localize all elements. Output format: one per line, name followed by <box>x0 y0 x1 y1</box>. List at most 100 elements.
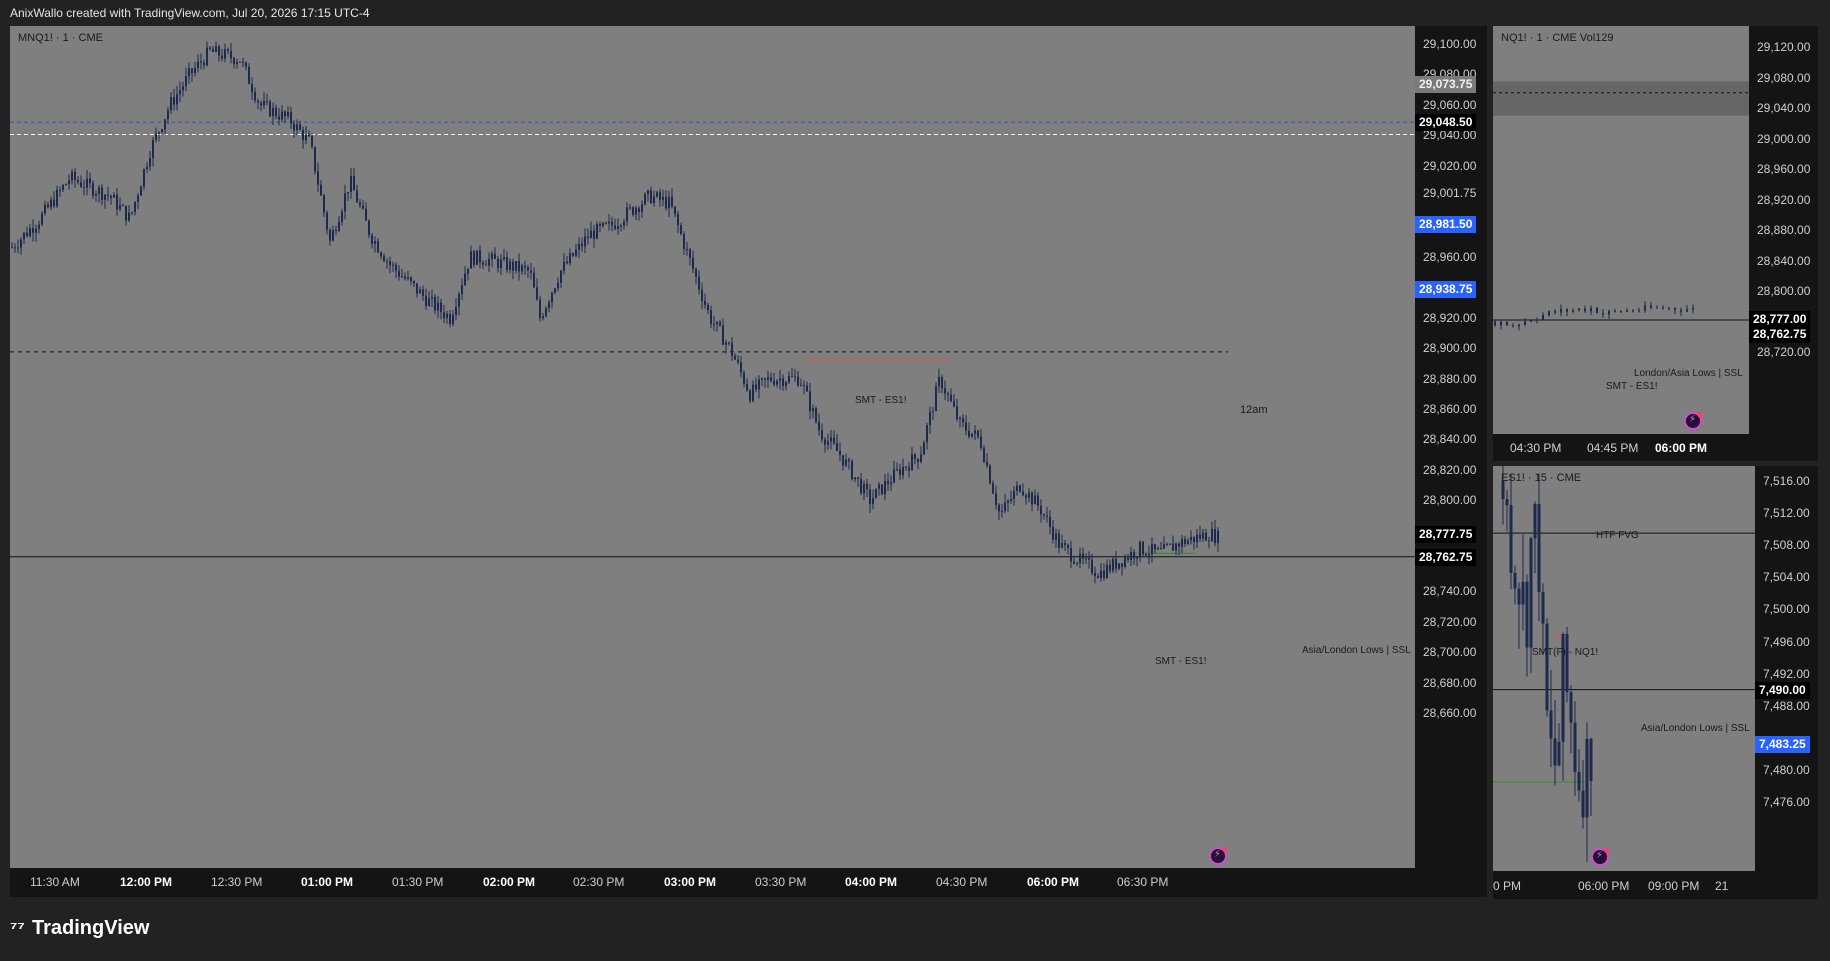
main-candle <box>431 296 433 299</box>
nq-candle <box>1668 307 1670 309</box>
main-candle <box>725 342 727 345</box>
main-candle <box>248 66 250 84</box>
main-candle <box>434 296 436 311</box>
main-candle <box>728 342 730 344</box>
main-candle <box>1064 543 1066 545</box>
main-candle <box>302 129 304 141</box>
main-candle <box>455 306 457 315</box>
main-price-badge: 28,938.75 <box>1415 281 1477 299</box>
main-candle <box>350 175 352 192</box>
main-candle <box>50 199 52 208</box>
main-candle <box>869 489 871 504</box>
main-candle <box>926 425 928 443</box>
main-candle <box>776 380 778 385</box>
main-price-axis[interactable]: 29,100.00 29,080.00 29,060.00 29,040.00 29,0… <box>1415 26 1487 868</box>
nq-price-tick: 29,120.00 <box>1757 40 1811 54</box>
main-candle <box>740 362 742 373</box>
nq-price-axis[interactable]: 29,120.00 29,080.00 29,040.00 29,000.00 28,9… <box>1749 26 1818 434</box>
main-candle <box>251 83 253 93</box>
main-candle <box>824 439 826 445</box>
main-candle <box>278 116 280 120</box>
main-candle <box>626 207 628 222</box>
nq-price-tick: 29,040.00 <box>1757 101 1811 115</box>
main-candle <box>488 258 490 266</box>
main-candle <box>1058 533 1060 548</box>
main-candle <box>1214 529 1216 544</box>
main-candle <box>212 48 214 52</box>
main-candle <box>461 285 463 295</box>
es-time-axis[interactable]: 0 PM 06:00 PM 09:00 PM 21 <box>1493 871 1755 899</box>
es-plot-area[interactable]: ES1! · 15 · CME HTF FVG SMT(F) - NQ1! As… <box>1493 466 1755 871</box>
main-candle <box>479 250 481 263</box>
main-candle <box>584 236 586 247</box>
main-candle <box>833 437 835 444</box>
nq-plot-area[interactable]: NQ1! · 1 · CME Vol129 London/Asia Lows |… <box>1493 26 1749 434</box>
main-candle <box>914 454 916 459</box>
alert-bolt-icon[interactable] <box>1209 847 1227 865</box>
main-candle <box>221 55 223 59</box>
es-alert-bolt-icon[interactable] <box>1591 848 1609 866</box>
main-candle <box>392 264 394 266</box>
main-candle <box>293 123 295 131</box>
main-candle <box>842 455 844 466</box>
main-candle <box>1112 558 1114 571</box>
main-candle <box>152 139 154 158</box>
main-candle <box>365 208 367 221</box>
main-candle <box>1163 544 1165 549</box>
main-candle <box>656 192 658 197</box>
main-candle <box>701 289 703 301</box>
main-symbol-legend[interactable]: MNQ1! · 1 · CME <box>18 32 103 44</box>
main-candle <box>1100 570 1102 578</box>
main-candle <box>197 61 199 68</box>
main-time-tick: 11:30 AM <box>30 875 80 889</box>
es-chart-panel: ES1! · 15 · CME HTF FVG SMT(F) - NQ1! As… <box>1493 466 1818 899</box>
es-price-tick: 7,480.00 <box>1763 762 1810 777</box>
main-candle <box>377 241 379 253</box>
main-candle <box>566 261 568 264</box>
es-candle <box>1565 633 1569 693</box>
main-candle <box>233 58 235 64</box>
main-candle <box>485 264 487 266</box>
main-candle <box>731 342 733 356</box>
es-candle <box>1537 504 1541 592</box>
main-candle <box>515 260 517 271</box>
main-candle <box>935 386 937 412</box>
main-candle <box>1097 576 1099 578</box>
es-candle <box>1509 505 1513 573</box>
main-candle <box>644 194 646 205</box>
nq-time-axis[interactable]: 04:30 PM 04:45 PM 06:00 PM <box>1493 434 1749 461</box>
main-candle <box>518 260 520 272</box>
main-price-tick: 28,660.00 <box>1423 706 1477 720</box>
main-candle <box>116 194 118 210</box>
main-candle <box>443 312 445 319</box>
es-candle <box>1553 738 1557 766</box>
main-candle <box>992 483 994 494</box>
main-time-axis[interactable]: 11:30 AM 12:00 PM 12:30 PM 01:00 PM 01:30 PM… <box>10 868 1415 897</box>
main-chart-panel: MNQ1! · 1 · CME SMT - ES1! 12am Asia/Lon… <box>10 26 1487 897</box>
main-candle <box>611 221 613 226</box>
es-symbol-legend[interactable]: ES1! · 15 · CME <box>1501 472 1581 484</box>
nq-alert-bolt-icon[interactable] <box>1684 412 1702 430</box>
main-candle <box>422 289 424 296</box>
es-price-tick: 7,476.00 <box>1763 795 1810 809</box>
main-candle <box>464 273 466 286</box>
es-candle <box>1549 710 1553 739</box>
main-candle <box>743 372 745 385</box>
main-candle <box>779 378 781 381</box>
main-price-tick: 28,680.00 <box>1423 675 1477 690</box>
main-candle <box>371 235 373 244</box>
main-candle <box>749 390 751 401</box>
main-plot-area[interactable]: MNQ1! · 1 · CME SMT - ES1! 12am Asia/Lon… <box>10 26 1415 868</box>
nq-symbol-legend[interactable]: NQ1! · 1 · CME Vol129 <box>1501 32 1614 44</box>
main-candle <box>704 300 706 305</box>
main-candle <box>536 287 538 300</box>
main-candle <box>47 204 49 208</box>
main-candle <box>554 288 556 293</box>
main-candle <box>71 171 73 181</box>
main-candle <box>692 257 694 270</box>
es-candle <box>1589 738 1593 781</box>
main-candle <box>380 252 382 257</box>
es-time-tick: 0 PM <box>1493 879 1522 893</box>
es-price-axis[interactable]: 7,516.00 7,512.00 7,508.00 7,504.00 7,500.00… <box>1755 466 1818 871</box>
nq-candle <box>1560 308 1562 313</box>
